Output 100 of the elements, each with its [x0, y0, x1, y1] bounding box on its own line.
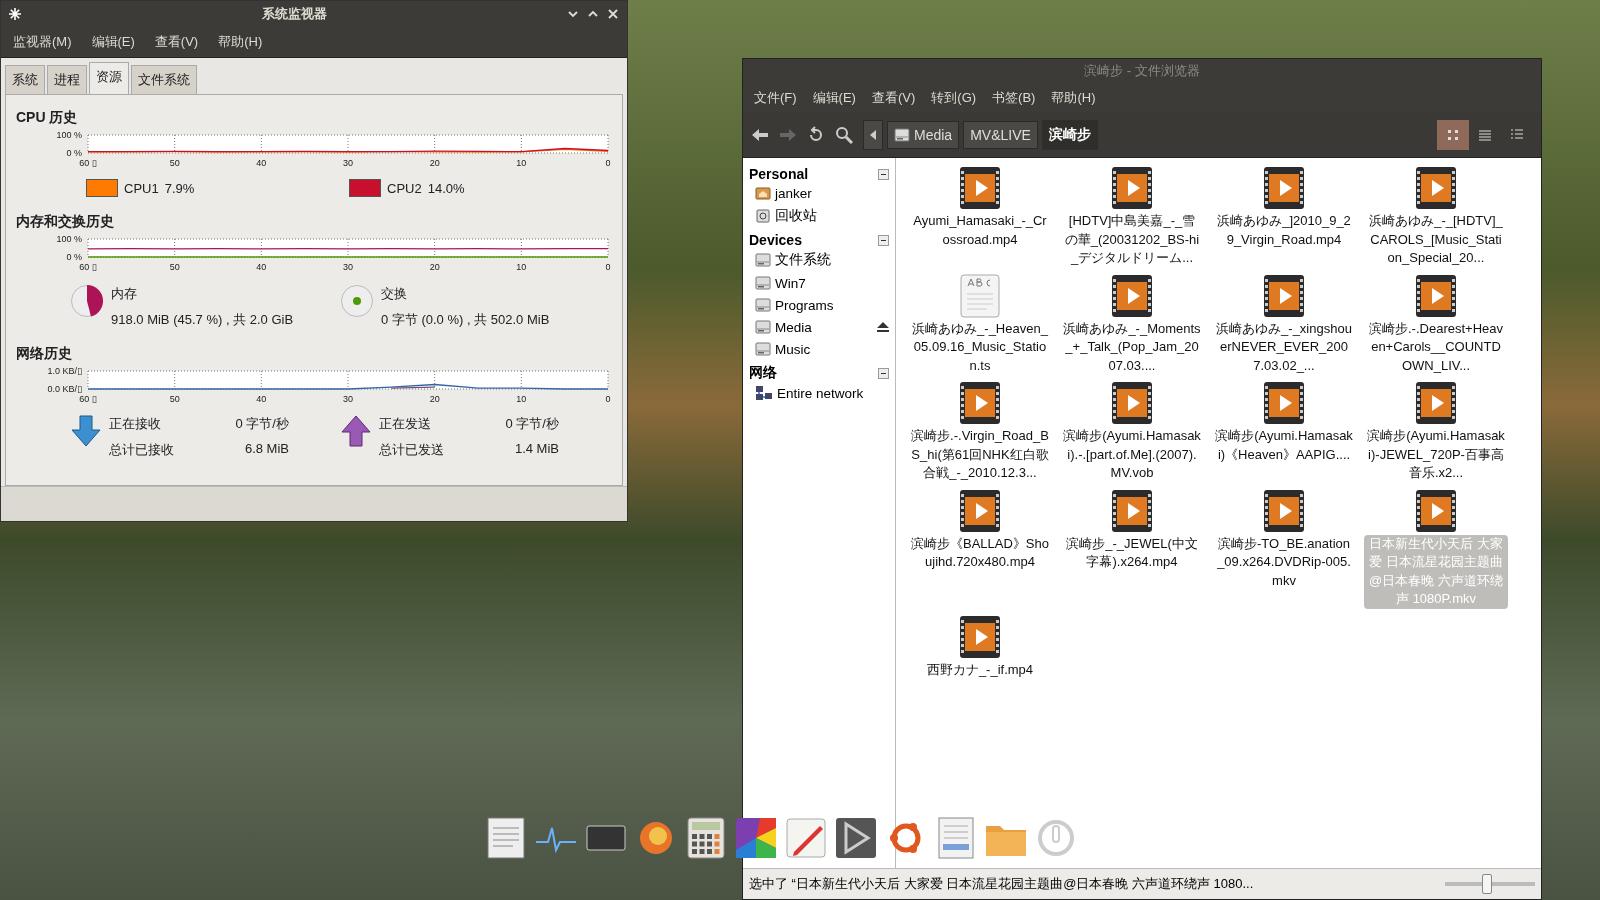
file-name[interactable]: 滨崎步(Ayumi.Hamasaki).-.[part.of.Me].(2007).MV.vob — [1060, 427, 1204, 483]
film-play-icon — [1110, 381, 1154, 425]
color-swatch[interactable] — [349, 179, 381, 197]
file-name[interactable]: 浜崎あゆみ_-_Heaven_05.09.16_Music_Station.ts — [908, 319, 1052, 375]
triangle-logo-icon[interactable] — [834, 816, 878, 860]
sidebar-item[interactable]: 文件系统 — [775, 251, 889, 269]
back-button[interactable] — [751, 127, 769, 143]
file-name[interactable]: 浜崎あゆみ_-_Moments_+_Talk_(Pop_Jam_2007.03.... — [1060, 319, 1204, 375]
sidebar-item[interactable]: Entire network — [777, 385, 889, 401]
file-name[interactable]: 滨崎步《BALLAD》Shoujihd.720x480.mp4 — [908, 534, 1052, 572]
minimize-button[interactable] — [567, 8, 579, 20]
file-name[interactable]: 滨崎步(Ayumi.Hamasaki)《Heaven》AAPIG.... — [1212, 427, 1356, 464]
usage-label: 交换 — [381, 285, 408, 303]
file-name[interactable]: [HDTV]中島美嘉_-_雪の華_(20031202_BS-hi_デジタルドリーム... — [1060, 212, 1204, 268]
tab[interactable]: 文件系统 — [131, 65, 197, 94]
tick-label: 0.0 KB/▯ — [47, 384, 82, 394]
menu-item[interactable]: 帮助(H) — [210, 29, 271, 55]
stat-label: 正在发送 — [379, 415, 432, 433]
menu-item[interactable]: 查看(V) — [864, 85, 923, 111]
tick-label: 0 — [605, 394, 611, 404]
eject-button[interactable] — [877, 322, 889, 332]
tick-label: 30 — [343, 262, 353, 272]
menu-item[interactable]: 查看(V) — [146, 29, 207, 55]
path-button[interactable]: MV&LIVE — [963, 121, 1038, 149]
film-play-icon — [958, 381, 1002, 425]
file-name[interactable]: 滨崎步(Ayumi.Hamasaki)-JEWEL_720P-百事高音乐.x2... — [1364, 427, 1508, 483]
tick-label: 0 — [605, 262, 611, 272]
up-arrow-icon — [341, 415, 371, 447]
sidebar-item[interactable]: janker — [775, 185, 889, 201]
file-name[interactable]: 西野カナ_-_if.mp4 — [908, 660, 1052, 679]
color-wheel-icon[interactable] — [734, 816, 778, 860]
menu-item[interactable]: 书签(B) — [985, 85, 1043, 111]
film-play-icon — [1414, 488, 1458, 533]
tick-label: 0 % — [66, 252, 82, 262]
tick-label: 20 — [429, 394, 440, 404]
calculator-icon[interactable] — [684, 816, 728, 860]
file-name[interactable]: 浜崎あゆみ_-_[HDTV]_CAROLS_[Music_Station_Special_20... — [1364, 212, 1508, 268]
drive-icon — [755, 341, 771, 357]
pencil-paper-icon[interactable] — [784, 816, 828, 860]
file-name[interactable]: 浜崎あゆみ_]2010_9_29_Virgin_Road.mp4 — [1212, 212, 1356, 249]
tick-label: 40 — [256, 394, 267, 404]
tick-label: 60 ▯ — [79, 158, 97, 168]
tick-label: 0 % — [66, 148, 82, 158]
tick-label: 0 — [605, 158, 611, 168]
slider-thumb[interactable] — [1481, 874, 1492, 894]
notepad-icon[interactable] — [484, 816, 528, 860]
film-play-icon — [1262, 166, 1306, 210]
reload-button[interactable] — [807, 126, 825, 144]
film-play-icon — [958, 488, 1002, 533]
file-name[interactable]: 滨崎步.-.Dearest+Heaven+Carols__COUNTDOWN_LIV... — [1364, 319, 1508, 375]
window-title: 系统监视器 — [260, 5, 328, 23]
file-name[interactable]: Ayumi_Hamasaki_-_Crossroad.mp4 — [908, 212, 1052, 249]
drive-icon — [755, 252, 771, 268]
file-name[interactable]: 滨崎步_-_JEWEL(中文字幕).x264.mp4 — [1060, 534, 1204, 572]
color-swatch[interactable] — [86, 179, 118, 197]
path-button[interactable]: Media — [887, 121, 960, 149]
tick-label: 60 ▯ — [79, 394, 97, 404]
usage-label: 内存 — [111, 285, 138, 303]
stat-value: 6.8 MiB — [243, 441, 289, 458]
collapse-button[interactable] — [878, 367, 889, 379]
legend-label: CPU2 — [387, 180, 422, 196]
tick-label: 10 — [516, 262, 527, 272]
usage-detail: 0 字节 (0.0 %) , 共 502.0 MiB — [381, 311, 550, 329]
close-button[interactable] — [607, 8, 619, 20]
menu-item[interactable]: 监视器(M) — [5, 29, 80, 55]
menu-item[interactable]: 编辑(E) — [83, 29, 143, 55]
section-heading: CPU 历史 — [16, 109, 79, 127]
menu-item[interactable]: 编辑(E) — [805, 85, 863, 111]
tick-label: 10 — [516, 394, 527, 404]
collapse-button[interactable] — [878, 234, 889, 246]
file-name[interactable]: 浜崎あゆみ_-_xingshouerNEVER_EVER_2007.03.02_... — [1212, 319, 1356, 375]
tab[interactable]: 进程 — [47, 65, 87, 94]
collapse-button[interactable] — [878, 168, 889, 180]
sidebar-heading: Personal — [749, 166, 809, 182]
section-heading: 网络历史 — [16, 345, 73, 363]
sidebar-item[interactable]: 回收站 — [775, 207, 889, 225]
path-button[interactable]: 滨崎步 — [1041, 120, 1098, 150]
film-play-icon — [1262, 381, 1306, 425]
tick-label: 100 % — [56, 234, 82, 244]
tab[interactable]: 资源 — [89, 62, 129, 94]
file-name[interactable]: 滨崎步-TO_BE.anation_09.x264.DVDRip-005.mkv — [1212, 534, 1356, 590]
film-play-icon — [958, 166, 1002, 210]
sidebar-heading: Devices — [749, 232, 802, 248]
window-title: 滨崎步 - 文件浏览器 — [1083, 62, 1201, 80]
scroll-left-button[interactable] — [863, 120, 883, 150]
sidebar-item[interactable]: Music — [775, 341, 889, 357]
menu-item[interactable]: 文件(F) — [747, 85, 804, 111]
sidebar-item[interactable]: Programs — [775, 297, 889, 313]
sidebar-item[interactable]: Media — [775, 319, 873, 335]
menu-item[interactable]: 帮助(H) — [1044, 85, 1103, 111]
tab[interactable]: 系统 — [5, 65, 45, 94]
sidebar-item[interactable]: Win7 — [775, 275, 889, 291]
film-play-icon — [1414, 381, 1458, 425]
file-name[interactable]: 滨崎步.-.Virgin_Road_BS_hi(第61回NHK红白歌合戦_-_2010.12.3... — [908, 427, 1052, 483]
icons-view-button[interactable] — [1437, 120, 1469, 150]
film-play-icon — [958, 614, 1002, 659]
menu-item[interactable]: 转到(G) — [924, 85, 984, 111]
tick-label: 40 — [256, 158, 267, 168]
search-button[interactable] — [835, 126, 853, 144]
stat-label: 正在接收 — [109, 415, 162, 433]
